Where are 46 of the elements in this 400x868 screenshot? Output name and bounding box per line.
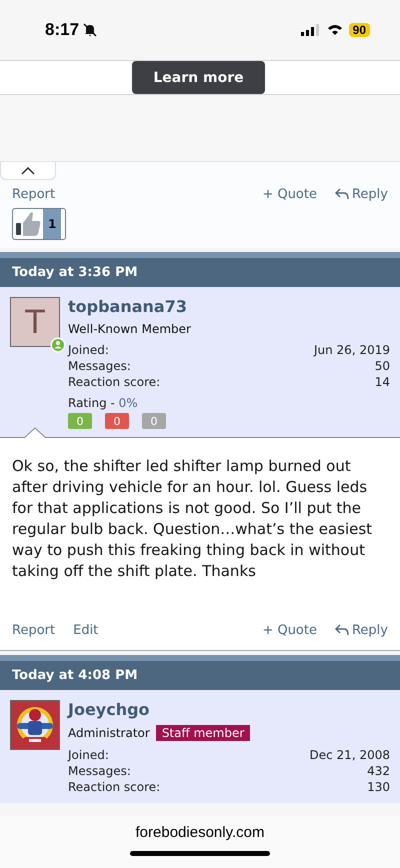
username-link[interactable]: Joeychgo [68,700,390,719]
stat-label: Messages: [68,358,131,374]
pointer-notch [24,427,46,438]
quote-link[interactable]: + Quote [262,186,317,202]
stat-value: Jun 26, 2019 [314,342,390,358]
battery-level: 90 [348,23,370,37]
rating-text: Rating - 0% [68,396,139,410]
reply-link[interactable]: Reply [334,622,388,638]
post-body-text: Ok so, the shifter led shifter lamp burned out after driving vehicle for an hour. lol. Guess leds for that applications is not good. So I’ll put the regular bulb back. Question…what’s the easiest way to push this freaking thing back in without taking off the shift plate. Thanks [0,437,400,616]
quote-link[interactable]: + Quote [262,622,317,638]
bell-muted-icon [82,22,98,38]
stat-value: 130 [367,779,390,795]
reply-link[interactable]: Reply [334,186,388,202]
post-action-link[interactable]: Report [12,186,56,202]
post-time-header: Today at 4:08 PM [0,661,400,690]
address-bar-url[interactable]: forebodiesonly.com [136,824,264,841]
user-title: Administrator [68,726,150,740]
post-action-link[interactable]: Edit [73,622,98,638]
stat-label: Reaction score: [68,374,160,390]
reaction-count: 1 [43,209,62,239]
collapse-button[interactable] [0,162,56,180]
learn-more-button[interactable]: Learn more [132,61,265,94]
stat-value: 432 [367,763,390,779]
reply-icon [334,188,349,200]
reply-icon [334,624,349,636]
stat-label: Messages: [68,763,131,779]
user-title: Well-Known Member [68,322,191,336]
rating-count: 0 [68,413,92,429]
post-time-header: Today at 3:36 PM [0,258,400,287]
stat-value: 50 [374,358,390,374]
chevron-up-icon [21,166,35,174]
stat-label: Reaction score: [68,779,160,795]
username-link[interactable]: topbanana73 [68,297,390,316]
rating-count: 0 [105,413,129,429]
status-time: 8:17 [45,20,80,40]
stat-label: Joined: [68,342,109,358]
reaction-button[interactable]: 1 [12,208,66,240]
post-action-link[interactable]: Report [12,622,56,638]
stat-value: Dec 21, 2008 [310,747,390,763]
staff-badge: Staff member [156,725,250,741]
stat-label: Joined: [68,747,109,763]
signal-icon [300,24,319,36]
rating-count: 0 [142,413,166,429]
user-avatar[interactable]: T [10,297,60,347]
stat-value: 14 [374,374,390,390]
wifi-icon [326,24,343,36]
